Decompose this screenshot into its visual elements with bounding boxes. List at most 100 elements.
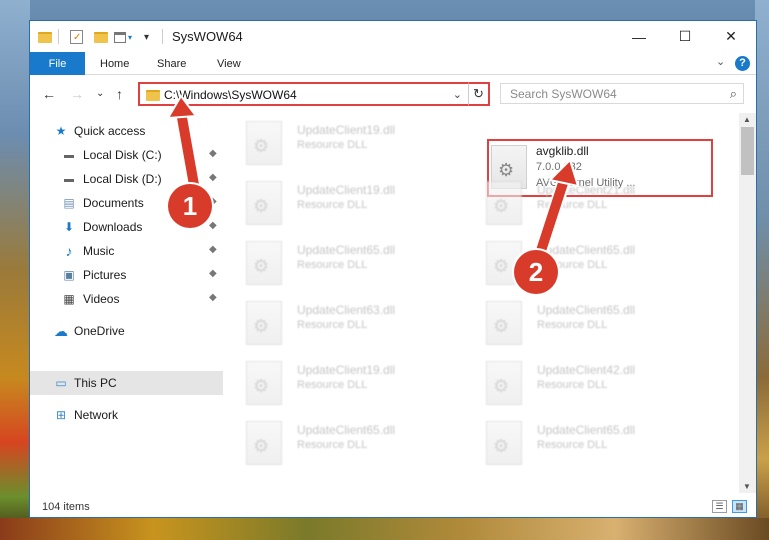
title-bar: ✓ ▾ ▾ SysWOW64 — ☐ ✕ <box>30 21 756 52</box>
tab-file[interactable]: File <box>30 52 85 75</box>
navigation-bar: ← → ⌄ ↑ C:\Windows\SysWOW64 ⌄ ↻ Search S… <box>30 77 756 111</box>
list-item[interactable]: ⚙ UpdateClient65.dll Resource DLL <box>465 413 685 469</box>
customize-toolbar-icon[interactable]: ▾ <box>114 28 132 46</box>
address-dropdown-icon[interactable]: ⌄ <box>453 88 462 101</box>
file-list: ⚙ UpdateClient19.dll Resource DLL ⚙ Upda… <box>225 113 739 493</box>
search-placeholder: Search SysWOW64 <box>510 87 617 101</box>
desktop-background-right <box>755 0 769 540</box>
sidebar-item-label: Network <box>74 408 119 422</box>
sidebar-item-label: Local Disk (C:) <box>83 148 162 162</box>
address-bar[interactable]: C:\Windows\SysWOW64 ⌄ <box>138 82 490 106</box>
dll-file-icon: ⚙ <box>246 421 282 465</box>
properties-icon[interactable]: ✓ <box>70 28 83 46</box>
list-item[interactable]: ⚙ UpdateClient65.dll Resource DLL <box>225 233 445 289</box>
dll-file-icon: ⚙ <box>486 301 522 345</box>
folder-icon <box>146 90 160 101</box>
address-path: C:\Windows\SysWOW64 <box>164 88 297 102</box>
sidebar-item-videos[interactable]: ▦ Videos ◆ <box>30 287 223 311</box>
sidebar-item-quick-access[interactable]: ★ Quick access <box>30 119 223 143</box>
divider <box>162 29 163 44</box>
scroll-thumb[interactable] <box>741 127 754 175</box>
sidebar-item-label: Local Disk (D:) <box>83 172 162 186</box>
sidebar-item-local-disk-c[interactable]: ▬ Local Disk (C:) ◆ <box>30 143 223 167</box>
sidebar-item-music[interactable]: ♪ Music ◆ <box>30 239 223 263</box>
status-bar: 104 items ☰ ▦ <box>30 495 756 517</box>
drive-icon: ▬ <box>64 149 74 161</box>
cloud-icon: ☁ <box>54 322 68 339</box>
list-item[interactable]: ⚙ UpdateClient65.dll Resource DLL <box>465 293 685 349</box>
sidebar-item-this-pc[interactable]: ▭ This PC <box>30 371 223 395</box>
list-item[interactable]: ⚙ UpdateClient63.dll Resource DLL <box>225 293 445 349</box>
window-folder-icon <box>38 28 52 46</box>
minimize-button[interactable]: — <box>616 21 662 52</box>
tab-view[interactable]: View <box>217 52 241 75</box>
dll-file-icon: ⚙ <box>486 361 522 405</box>
downloads-icon: ⬇ <box>63 220 75 234</box>
window-title: SysWOW64 <box>172 29 243 44</box>
dll-file-icon: ⚙ <box>246 361 282 405</box>
expand-ribbon-icon[interactable]: ⌄ <box>716 55 725 68</box>
dll-file-icon: ⚙ <box>246 241 282 285</box>
dll-file-icon: ⚙ <box>246 301 282 345</box>
tab-home[interactable]: Home <box>100 52 129 75</box>
dll-file-icon: ⚙ <box>246 181 282 225</box>
pin-icon: ◆ <box>209 244 217 255</box>
sidebar-item-label: This PC <box>74 376 117 390</box>
sidebar-item-network[interactable]: ⊞ Network <box>30 403 223 427</box>
up-button[interactable]: ↑ <box>116 86 123 102</box>
pin-icon: ◆ <box>209 268 217 279</box>
forward-button[interactable]: → <box>70 86 84 102</box>
desktop-background-bottom <box>0 518 769 540</box>
network-icon: ⊞ <box>55 408 67 422</box>
list-item[interactable]: ⚙ UpdateClient65.dll Resource DLL <box>465 233 685 289</box>
recent-locations-button[interactable]: ⌄ <box>96 88 104 99</box>
pictures-icon: ▣ <box>63 268 75 282</box>
list-item[interactable]: ⚙ UpdateClient21.dll Resource DLL <box>465 173 685 229</box>
sidebar-item-label: Downloads <box>83 220 143 234</box>
maximize-button[interactable]: ☐ <box>662 21 708 52</box>
quick-access-dropdown-icon[interactable]: ▾ <box>144 28 149 46</box>
tab-share[interactable]: Share <box>157 52 186 75</box>
tiles-view-icon[interactable]: ▦ <box>732 500 747 513</box>
search-icon[interactable]: ⌕ <box>730 86 737 102</box>
dll-file-icon: ⚙ <box>486 181 522 225</box>
close-button[interactable]: ✕ <box>708 21 754 52</box>
desktop-background-left <box>0 0 30 540</box>
pin-icon: ◆ <box>209 148 217 159</box>
item-count: 104 items <box>42 501 90 513</box>
divider <box>58 29 59 44</box>
list-item[interactable]: ⚙ UpdateClient19.dll Resource DLL <box>225 113 445 169</box>
ribbon-tabs: File Home Share View ⌄ ? <box>30 52 756 75</box>
list-item[interactable]: ⚙ UpdateClient19.dll Resource DLL <box>225 353 445 409</box>
help-icon[interactable]: ? <box>735 56 750 71</box>
list-item[interactable]: ⚙ UpdateClient42.dll Resource DLL <box>465 353 685 409</box>
sidebar-item-label: Videos <box>83 292 120 306</box>
step-1-badge: 1 <box>168 184 212 228</box>
sidebar-item-label: OneDrive <box>74 324 125 338</box>
pin-icon: ◆ <box>209 172 217 183</box>
sidebar-item-label: Quick access <box>74 124 146 138</box>
pin-icon: ◆ <box>209 220 217 231</box>
back-button[interactable]: ← <box>42 86 56 102</box>
computer-icon: ▭ <box>55 376 67 390</box>
dll-file-icon: ⚙ <box>486 421 522 465</box>
refresh-button[interactable]: ↻ <box>468 82 490 106</box>
sidebar-item-pictures[interactable]: ▣ Pictures ◆ <box>30 263 223 287</box>
details-view-icon[interactable]: ☰ <box>712 500 727 513</box>
videos-icon: ▦ <box>63 292 75 306</box>
new-folder-icon[interactable] <box>94 28 108 46</box>
list-item[interactable]: ⚙ UpdateClient19.dll Resource DLL <box>225 173 445 229</box>
pin-icon: ◆ <box>209 292 217 303</box>
scroll-down-icon[interactable]: ▼ <box>743 482 751 491</box>
dll-file-icon: ⚙ <box>246 121 282 165</box>
music-icon: ♪ <box>65 243 73 259</box>
documents-icon: ▤ <box>63 196 75 210</box>
sidebar-item-label: Documents <box>83 196 144 210</box>
navigation-pane: ★ Quick access ▬ Local Disk (C:) ◆ ▬ Loc… <box>30 113 223 493</box>
vertical-scrollbar[interactable]: ▲ ▼ <box>739 113 756 493</box>
sidebar-item-onedrive[interactable]: ☁ OneDrive <box>30 319 223 343</box>
search-input[interactable]: Search SysWOW64 ⌕ <box>500 83 744 104</box>
scroll-up-icon[interactable]: ▲ <box>743 115 751 124</box>
drive-icon: ▬ <box>64 173 74 185</box>
list-item[interactable]: ⚙ UpdateClient65.dll Resource DLL <box>225 413 445 469</box>
